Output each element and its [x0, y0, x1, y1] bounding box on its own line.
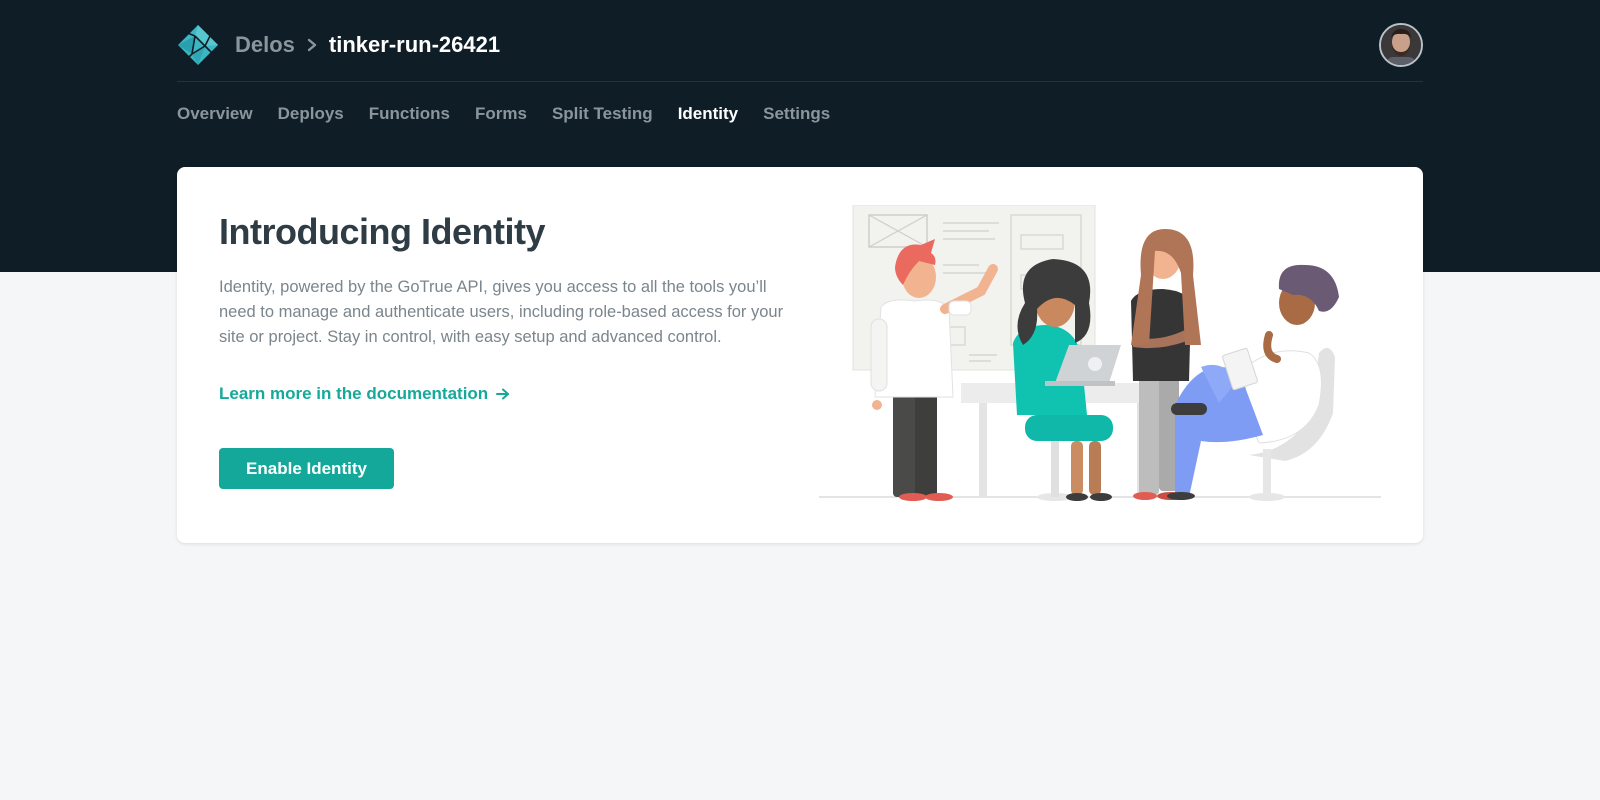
breadcrumb-team[interactable]: Delos — [235, 32, 295, 58]
identity-intro-card: Introducing Identity Identity, powered b… — [177, 167, 1423, 543]
site-nav-tabs: Overview Deploys Functions Forms Split T… — [177, 100, 830, 128]
top-bar: Delos tinker-run-26421 — [177, 22, 1423, 68]
tab-identity[interactable]: Identity — [678, 100, 738, 128]
tab-settings[interactable]: Settings — [763, 100, 830, 128]
tab-split-testing[interactable]: Split Testing — [552, 100, 653, 128]
intro-description: Identity, powered by the GoTrue API, giv… — [219, 278, 784, 346]
documentation-link[interactable]: Learn more in the documentation — [219, 384, 510, 404]
arrow-right-icon — [496, 388, 510, 400]
documentation-link-label: Learn more in the documentation — [219, 384, 489, 403]
breadcrumb-site[interactable]: tinker-run-26421 — [329, 32, 500, 58]
tab-forms[interactable]: Forms — [475, 100, 527, 128]
intro-title: Introducing Identity — [219, 211, 545, 252]
chevron-right-icon — [305, 38, 319, 52]
user-avatar[interactable] — [1379, 23, 1423, 67]
team-collaboration-illustration — [819, 205, 1381, 501]
tab-overview[interactable]: Overview — [177, 100, 253, 128]
header-divider — [177, 81, 1423, 82]
netlify-logo-icon[interactable] — [177, 24, 219, 66]
intro-text-block: Introducing Identity Identity, powered b… — [219, 211, 789, 489]
tab-deploys[interactable]: Deploys — [278, 100, 344, 128]
tab-functions[interactable]: Functions — [369, 100, 450, 128]
enable-identity-button[interactable]: Enable Identity — [219, 448, 394, 489]
